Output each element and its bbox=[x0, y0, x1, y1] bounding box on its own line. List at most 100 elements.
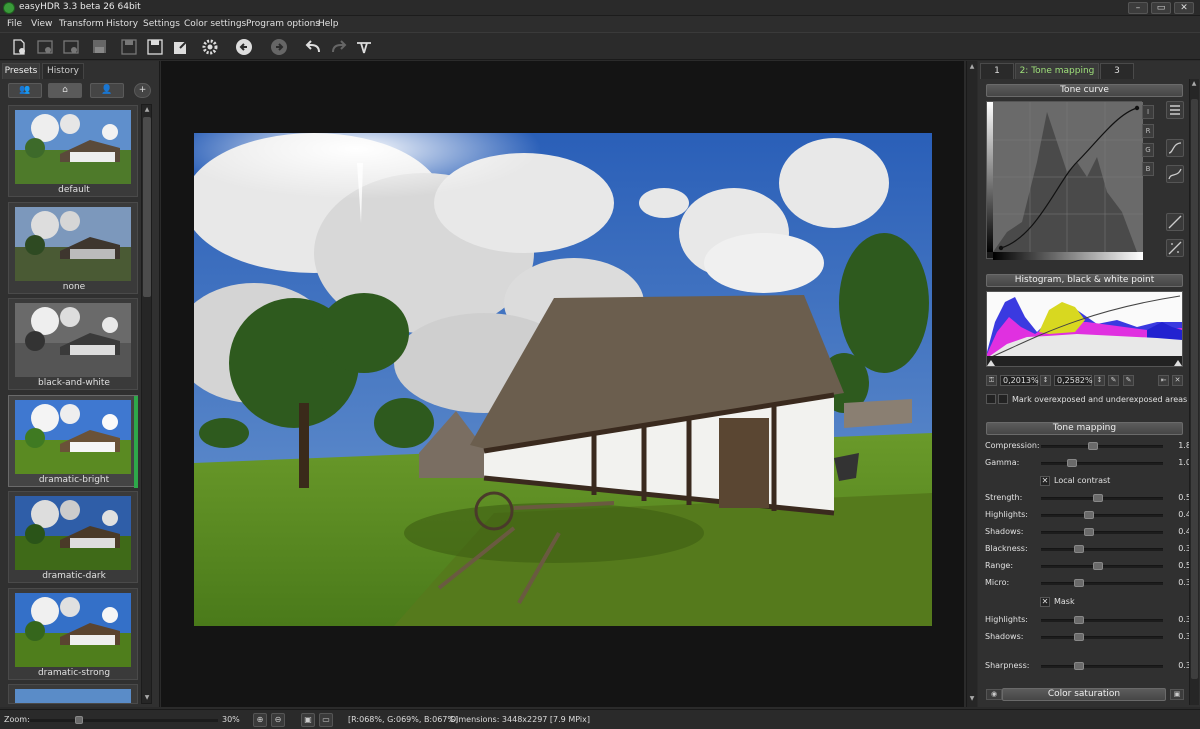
redo-arrow-icon[interactable] bbox=[269, 37, 289, 57]
micro-slider-knob[interactable] bbox=[1073, 579, 1084, 587]
tab-history[interactable]: History bbox=[42, 63, 84, 79]
white-point-stepper[interactable]: ↕ bbox=[1094, 375, 1105, 386]
histogram-view[interactable] bbox=[986, 291, 1183, 367]
save-as-icon[interactable] bbox=[145, 37, 165, 57]
save-disabled-icon[interactable] bbox=[90, 37, 110, 57]
compression-slider[interactable] bbox=[1041, 442, 1163, 450]
zoom-slider-knob[interactable] bbox=[75, 716, 83, 724]
clear-history-icon[interactable] bbox=[354, 37, 374, 57]
gamma-slider-knob[interactable] bbox=[1066, 459, 1077, 467]
preset-default[interactable]: default bbox=[8, 105, 138, 197]
undo-arrow-icon[interactable] bbox=[234, 37, 254, 57]
histogram-header[interactable]: Histogram, black & white point bbox=[986, 274, 1183, 287]
auto-levels-icon[interactable]: ⇤ bbox=[1158, 375, 1169, 386]
blackness-slider-knob[interactable] bbox=[1073, 545, 1084, 553]
filter-user-button[interactable]: 👤 bbox=[90, 83, 124, 98]
reset-levels-icon[interactable]: ✕ bbox=[1172, 375, 1183, 386]
sharpness-slider[interactable] bbox=[1041, 662, 1163, 670]
strength-slider[interactable] bbox=[1041, 494, 1163, 502]
menu-view[interactable]: View bbox=[31, 19, 52, 29]
tone-mapping-header[interactable]: Tone mapping bbox=[986, 422, 1183, 435]
shadows-slider[interactable] bbox=[1041, 633, 1163, 641]
maximize-button[interactable]: ▭ bbox=[1151, 2, 1171, 14]
black-eyedropper-icon[interactable]: ✎ bbox=[1108, 375, 1119, 386]
export-icon[interactable] bbox=[171, 37, 191, 57]
micro-slider[interactable] bbox=[1041, 579, 1163, 587]
highlights-slider[interactable] bbox=[1041, 511, 1163, 519]
local-contrast-checkbox[interactable]: ✕ bbox=[1040, 476, 1050, 486]
black-point-stepper[interactable]: ↕ bbox=[1040, 375, 1051, 386]
filter-home-button[interactable]: ⌂ bbox=[48, 83, 82, 98]
menu-transform[interactable]: Transform bbox=[59, 19, 104, 29]
zoom-slider[interactable] bbox=[30, 716, 218, 724]
monitor-icon[interactable]: ▭ bbox=[319, 713, 333, 727]
zoom-in-icon[interactable]: ⊕ bbox=[253, 713, 267, 727]
scrollbar-thumb[interactable] bbox=[143, 117, 151, 297]
new-icon[interactable] bbox=[9, 37, 29, 57]
open-batch-icon[interactable] bbox=[61, 37, 81, 57]
scroll-up-arrow-icon[interactable]: ▲ bbox=[1190, 80, 1198, 88]
tone-curve-header[interactable]: Tone curve bbox=[986, 84, 1183, 97]
channel-red-button[interactable]: R bbox=[1142, 124, 1154, 138]
mark-overexposed-checkbox[interactable] bbox=[986, 394, 996, 404]
range-slider[interactable] bbox=[1041, 562, 1163, 570]
mask-checkbox[interactable]: ✕ bbox=[1040, 597, 1050, 607]
sharpness-slider-knob[interactable] bbox=[1073, 662, 1084, 670]
menu-program-options[interactable]: Program options bbox=[246, 19, 320, 29]
zoom-out-icon[interactable]: ⊖ bbox=[271, 713, 285, 727]
preset-dramatic-strong[interactable]: dramatic-strong bbox=[8, 588, 138, 680]
tab-step-3[interactable]: 3 bbox=[1100, 63, 1134, 79]
blackness-slider[interactable] bbox=[1041, 545, 1163, 553]
lock-icon[interactable]: ⚿ bbox=[986, 375, 997, 386]
channel-intensity-button[interactable]: I bbox=[1142, 105, 1154, 119]
shadows-slider-knob[interactable] bbox=[1073, 633, 1084, 641]
mark-underexposed-checkbox[interactable] bbox=[998, 394, 1008, 404]
color-saturation-header[interactable]: Color saturation bbox=[1002, 688, 1166, 701]
menu-color-settings[interactable]: Color settings bbox=[184, 19, 246, 29]
white-point-input[interactable]: 0,2582% bbox=[1054, 375, 1093, 386]
highlights-slider-knob[interactable] bbox=[1083, 511, 1094, 519]
redo-icon[interactable] bbox=[329, 37, 349, 57]
menu-file[interactable]: File bbox=[7, 19, 22, 29]
minimize-button[interactable]: – bbox=[1128, 2, 1148, 14]
close-button[interactable]: ✕ bbox=[1174, 2, 1194, 14]
scroll-down-arrow-icon[interactable]: ▼ bbox=[968, 695, 976, 703]
channel-green-button[interactable]: G bbox=[1142, 143, 1154, 157]
curve-edit-icon[interactable] bbox=[1166, 239, 1184, 257]
menu-settings[interactable]: Settings bbox=[143, 19, 180, 29]
scroll-up-arrow-icon[interactable]: ▲ bbox=[968, 63, 976, 71]
channel-blue-button[interactable]: B bbox=[1142, 162, 1154, 176]
white-eyedropper-icon[interactable]: ✎ bbox=[1123, 375, 1134, 386]
tab-presets[interactable]: Presets bbox=[2, 63, 40, 79]
preset-dramatic-dark[interactable]: dramatic-dark bbox=[8, 491, 138, 583]
shadows-slider[interactable] bbox=[1041, 528, 1163, 536]
strength-slider-knob[interactable] bbox=[1093, 494, 1104, 502]
highlights-slider-knob[interactable] bbox=[1073, 616, 1084, 624]
saturation-options-icon[interactable]: ▣ bbox=[1170, 689, 1184, 700]
settings-gear-icon[interactable] bbox=[200, 37, 220, 57]
settings-scrollbar[interactable]: ▲ bbox=[1189, 79, 1199, 705]
black-point-input[interactable]: 0,2013% bbox=[1000, 375, 1039, 386]
scrollbar-thumb[interactable] bbox=[1191, 99, 1198, 679]
range-slider-knob[interactable] bbox=[1093, 562, 1104, 570]
shadows-slider-knob[interactable] bbox=[1083, 528, 1094, 536]
add-preset-button[interactable]: + bbox=[134, 83, 151, 98]
menu-history[interactable]: History bbox=[106, 19, 138, 29]
gamma-slider[interactable] bbox=[1041, 459, 1163, 467]
tab-tone-mapping[interactable]: 2: Tone mapping bbox=[1015, 63, 1099, 79]
scroll-down-arrow-icon[interactable]: ▼ bbox=[143, 694, 151, 702]
curve-preset-s-icon[interactable] bbox=[1166, 139, 1184, 157]
camera-icon[interactable]: ▣ bbox=[301, 713, 315, 727]
tone-curve-editor[interactable] bbox=[986, 101, 1143, 260]
hdr-photo[interactable] bbox=[194, 133, 932, 626]
compression-slider-knob[interactable] bbox=[1088, 442, 1099, 450]
presets-scrollbar[interactable]: ▲ ▼ bbox=[141, 104, 152, 704]
preset-dramatic-bright[interactable]: dramatic-bright bbox=[8, 395, 138, 488]
preset-next-partial[interactable] bbox=[8, 684, 138, 704]
image-canvas[interactable] bbox=[161, 61, 964, 707]
open-icon[interactable] bbox=[35, 37, 55, 57]
tab-step-1[interactable]: 1 bbox=[980, 63, 1014, 79]
curve-preset-s2-icon[interactable] bbox=[1166, 165, 1184, 183]
preset-none[interactable]: none bbox=[8, 202, 138, 294]
undo-icon[interactable] bbox=[303, 37, 323, 57]
